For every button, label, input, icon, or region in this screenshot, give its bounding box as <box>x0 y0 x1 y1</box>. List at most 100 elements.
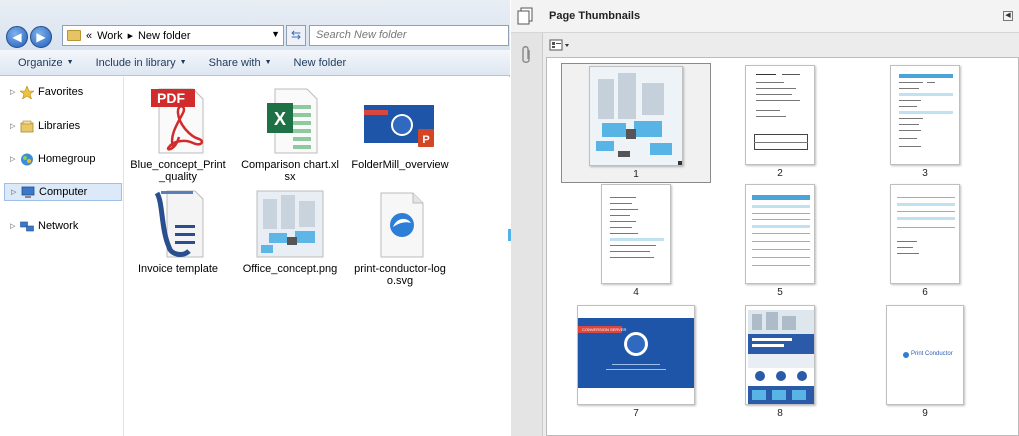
thumbnail-grid: 1 2 3 4 5 6 CONVERSION SERVER 7 8 Print … <box>546 57 1019 436</box>
address-bar-area: ◀ ▶ « Work ▶ New folder ▼ ⇆ Search New f… <box>0 0 510 50</box>
nav-label: Computer <box>39 186 88 198</box>
back-button[interactable]: ◀ <box>6 26 28 48</box>
page-preview-image <box>745 184 815 284</box>
left-rail <box>511 33 543 436</box>
expand-arrow-icon[interactable]: ▷ <box>10 88 16 96</box>
page-number: 8 <box>777 408 783 419</box>
chevron-down-icon: ▼ <box>179 59 187 67</box>
page-number: 5 <box>777 287 783 298</box>
star-icon <box>19 84 35 100</box>
file-name: Office_concept.png <box>242 263 338 275</box>
file-item[interactable]: Office_concept.png <box>240 189 340 275</box>
file-list: PDF Blue_concept_Print_quality X Compari… <box>125 77 510 436</box>
nav-label: Favorites <box>38 86 84 98</box>
folder-icon <box>67 30 81 41</box>
page7-banner-text: CONVERSION SERVER <box>582 327 627 332</box>
page9-logo-text: Print Conductor <box>911 351 953 357</box>
chevron-down-icon: ▼ <box>66 59 74 67</box>
page-preview-image: Print Conductor <box>886 305 964 405</box>
breadcrumb-new-folder[interactable]: New folder <box>138 30 191 42</box>
page-preview-image <box>589 66 683 166</box>
nav-item-favorites[interactable]: ▷ Favorites <box>4 83 122 101</box>
powerpoint-file-icon: P <box>362 85 438 155</box>
address-dropdown-icon[interactable]: ▼ <box>271 29 280 39</box>
new-folder-button[interactable]: New folder <box>283 57 358 69</box>
share-with-button[interactable]: Share with ▼ <box>198 57 283 69</box>
svg-text:P: P <box>422 134 429 146</box>
svg-file-icon <box>365 189 435 259</box>
page-number: 1 <box>633 169 639 180</box>
nav-item-homegroup[interactable]: ▷ Homegroup <box>4 150 122 168</box>
pages-icon[interactable] <box>517 7 533 25</box>
organize-label: Organize <box>18 56 63 69</box>
nav-item-network[interactable]: ▷ Network <box>4 217 122 235</box>
nav-label: Libraries <box>38 120 81 132</box>
page-thumbnail-4[interactable]: 4 <box>561 184 711 298</box>
expand-arrow-icon[interactable]: ▷ <box>10 155 16 163</box>
file-item[interactable]: X Comparison chart.xlsx <box>240 85 340 183</box>
nav-item-libraries[interactable]: ▷ Libraries <box>4 117 122 135</box>
excel-file-icon: X <box>255 85 325 155</box>
nav-item-computer[interactable]: ▷ Computer <box>4 183 122 201</box>
include-in-library-button[interactable]: Include in library ▼ <box>85 57 198 69</box>
panel-title: Page Thumbnails <box>549 10 641 22</box>
homegroup-icon <box>20 153 34 166</box>
pdf-reader-panel: Page Thumbnails ◀ 1 2 3 4 5 6 CONVERSION… <box>511 0 1019 436</box>
file-name: Blue_concept_Print_quality <box>130 159 226 183</box>
forward-button[interactable]: ▶ <box>30 26 52 48</box>
page-preview-image <box>745 305 815 405</box>
page-number: 3 <box>922 168 928 179</box>
pdf-file-icon: PDF <box>143 85 213 155</box>
page-thumbnail-5[interactable]: 5 <box>705 184 855 298</box>
page-number: 6 <box>922 287 928 298</box>
page-thumbnail-6[interactable]: 6 <box>850 184 1000 298</box>
nav-label: Homegroup <box>38 153 96 165</box>
word-document-icon <box>143 189 213 259</box>
search-input[interactable]: Search New folder <box>309 25 509 46</box>
expand-arrow-icon[interactable]: ▷ <box>11 188 17 196</box>
pdf-badge-label: PDF <box>157 90 185 106</box>
share-with-label: Share with <box>208 56 261 69</box>
organize-button[interactable]: Organize ▼ <box>0 57 85 69</box>
page-thumbnail-9[interactable]: Print Conductor 9 <box>850 305 1000 419</box>
include-in-library-label: Include in library <box>95 56 176 69</box>
paperclip-icon[interactable] <box>519 45 533 70</box>
navigation-pane: ▷ Favorites ▷ Libraries ▷ Homegroup ▷ Co… <box>0 77 124 436</box>
computer-icon <box>21 186 35 199</box>
file-item[interactable]: P FolderMill_overview <box>350 85 450 171</box>
refresh-button[interactable]: ⇆ <box>286 25 306 46</box>
breadcrumb-separator-icon[interactable]: ▶ <box>128 32 133 40</box>
network-icon <box>20 220 34 233</box>
page-preview-image <box>890 65 960 165</box>
file-name: Invoice template <box>137 263 219 275</box>
libraries-icon <box>20 120 34 133</box>
page-preview-image <box>890 184 960 284</box>
page-thumbnail-7[interactable]: CONVERSION SERVER 7 <box>561 305 711 419</box>
expand-arrow-icon[interactable]: ▷ <box>10 222 16 230</box>
print-conductor-logo-icon <box>903 352 909 358</box>
file-item[interactable]: PDF Blue_concept_Print_quality <box>128 85 228 183</box>
page-thumbnail-2[interactable]: 2 <box>705 65 855 179</box>
nav-label: Network <box>38 220 79 232</box>
page-preview-image: CONVERSION SERVER <box>577 305 695 405</box>
address-chevrons[interactable]: « <box>86 30 92 42</box>
expand-arrow-icon[interactable]: ▷ <box>10 122 16 130</box>
chevron-down-icon: ▼ <box>264 59 272 67</box>
svg-text:X: X <box>274 109 286 129</box>
page-number: 9 <box>922 408 928 419</box>
image-file-icon <box>255 189 325 259</box>
page-thumbnail-1[interactable]: 1 <box>561 63 711 183</box>
page-number: 7 <box>633 408 639 419</box>
thumbnails-header: Page Thumbnails ◀ <box>511 0 1019 33</box>
address-bar[interactable]: « Work ▶ New folder ▼ <box>62 25 284 46</box>
collapse-panel-button[interactable]: ◀ <box>1003 11 1013 21</box>
page-thumbnail-8[interactable]: 8 <box>705 305 855 419</box>
file-explorer-window: ◀ ▶ « Work ▶ New folder ▼ ⇆ Search New f… <box>0 0 510 436</box>
breadcrumb-work[interactable]: Work <box>97 30 122 42</box>
file-name: Comparison chart.xlsx <box>241 159 339 183</box>
page-thumbnail-3[interactable]: 3 <box>850 65 1000 179</box>
thumbnail-options-button[interactable] <box>549 38 571 52</box>
file-item[interactable]: print-conductor-logo.svg <box>350 189 450 287</box>
file-item[interactable]: Invoice template <box>128 189 228 275</box>
file-name: FolderMill_overview <box>351 159 449 171</box>
